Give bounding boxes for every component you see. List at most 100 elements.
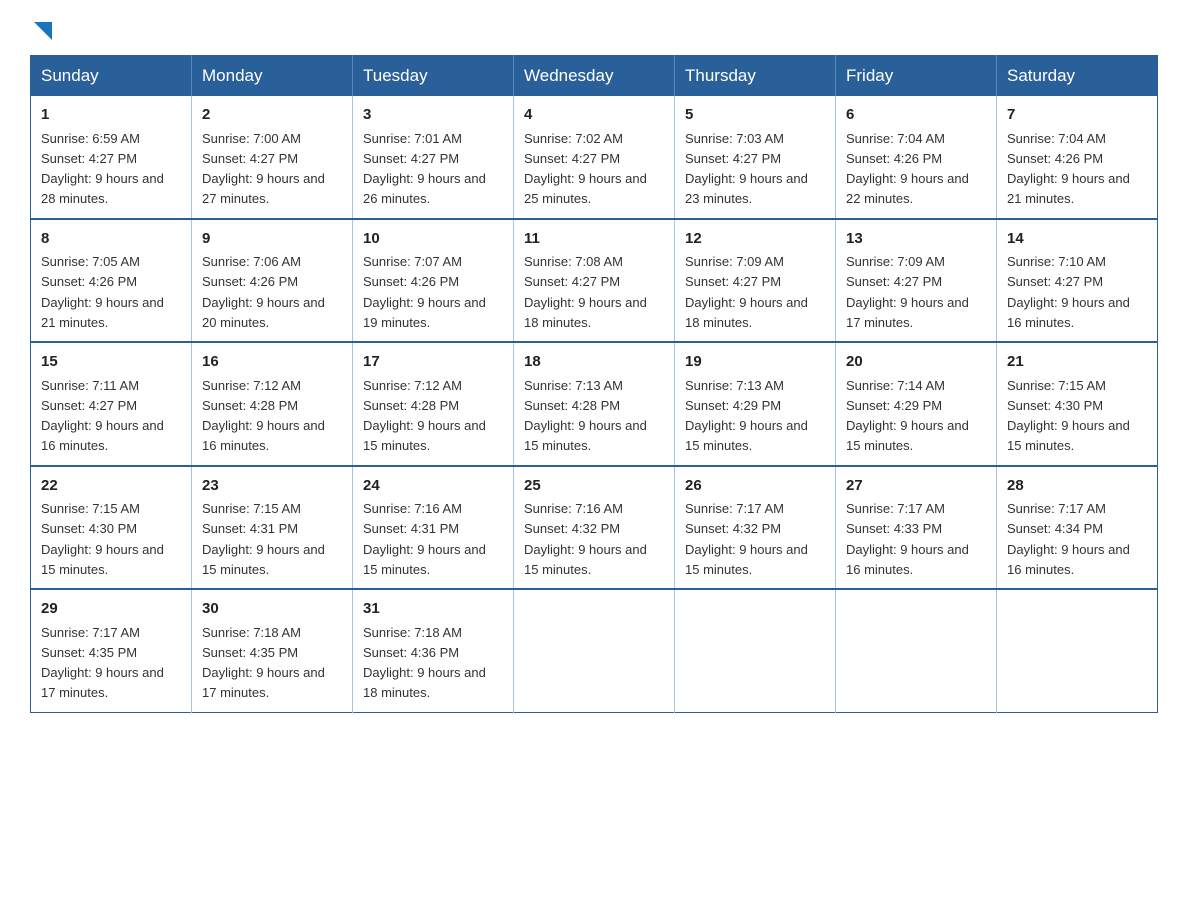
day-info: Sunrise: 7:08 AMSunset: 4:27 PMDaylight:… <box>524 254 647 330</box>
day-number: 2 <box>202 104 342 127</box>
calendar-cell: 18 Sunrise: 7:13 AMSunset: 4:28 PMDaylig… <box>514 342 675 466</box>
day-number: 1 <box>41 104 181 127</box>
day-number: 5 <box>685 104 825 127</box>
calendar-cell: 7 Sunrise: 7:04 AMSunset: 4:26 PMDayligh… <box>997 96 1158 219</box>
calendar-cell: 27 Sunrise: 7:17 AMSunset: 4:33 PMDaylig… <box>836 466 997 590</box>
calendar-cell <box>514 589 675 712</box>
column-header-tuesday: Tuesday <box>353 56 514 97</box>
column-header-friday: Friday <box>836 56 997 97</box>
day-number: 19 <box>685 351 825 374</box>
day-info: Sunrise: 7:13 AMSunset: 4:28 PMDaylight:… <box>524 378 647 454</box>
calendar-table: SundayMondayTuesdayWednesdayThursdayFrid… <box>30 55 1158 713</box>
calendar-cell: 26 Sunrise: 7:17 AMSunset: 4:32 PMDaylig… <box>675 466 836 590</box>
day-info: Sunrise: 7:09 AMSunset: 4:27 PMDaylight:… <box>846 254 969 330</box>
day-info: Sunrise: 7:15 AMSunset: 4:30 PMDaylight:… <box>41 501 164 577</box>
calendar-cell: 10 Sunrise: 7:07 AMSunset: 4:26 PMDaylig… <box>353 219 514 343</box>
day-number: 17 <box>363 351 503 374</box>
day-info: Sunrise: 7:01 AMSunset: 4:27 PMDaylight:… <box>363 131 486 207</box>
day-info: Sunrise: 7:10 AMSunset: 4:27 PMDaylight:… <box>1007 254 1130 330</box>
day-number: 7 <box>1007 104 1147 127</box>
page-header <box>30 20 1158 45</box>
calendar-header-row: SundayMondayTuesdayWednesdayThursdayFrid… <box>31 56 1158 97</box>
calendar-cell <box>836 589 997 712</box>
calendar-cell: 9 Sunrise: 7:06 AMSunset: 4:26 PMDayligh… <box>192 219 353 343</box>
calendar-cell: 16 Sunrise: 7:12 AMSunset: 4:28 PMDaylig… <box>192 342 353 466</box>
calendar-week-row: 15 Sunrise: 7:11 AMSunset: 4:27 PMDaylig… <box>31 342 1158 466</box>
calendar-cell <box>997 589 1158 712</box>
day-info: Sunrise: 7:12 AMSunset: 4:28 PMDaylight:… <box>202 378 325 454</box>
calendar-cell: 14 Sunrise: 7:10 AMSunset: 4:27 PMDaylig… <box>997 219 1158 343</box>
day-number: 15 <box>41 351 181 374</box>
day-number: 18 <box>524 351 664 374</box>
day-number: 11 <box>524 228 664 251</box>
day-number: 28 <box>1007 475 1147 498</box>
column-header-saturday: Saturday <box>997 56 1158 97</box>
column-header-thursday: Thursday <box>675 56 836 97</box>
day-info: Sunrise: 7:00 AMSunset: 4:27 PMDaylight:… <box>202 131 325 207</box>
day-info: Sunrise: 7:12 AMSunset: 4:28 PMDaylight:… <box>363 378 486 454</box>
day-number: 27 <box>846 475 986 498</box>
calendar-cell: 15 Sunrise: 7:11 AMSunset: 4:27 PMDaylig… <box>31 342 192 466</box>
calendar-cell: 6 Sunrise: 7:04 AMSunset: 4:26 PMDayligh… <box>836 96 997 219</box>
calendar-cell: 4 Sunrise: 7:02 AMSunset: 4:27 PMDayligh… <box>514 96 675 219</box>
day-info: Sunrise: 7:18 AMSunset: 4:36 PMDaylight:… <box>363 625 486 701</box>
day-number: 9 <box>202 228 342 251</box>
day-number: 30 <box>202 598 342 621</box>
day-info: Sunrise: 7:16 AMSunset: 4:31 PMDaylight:… <box>363 501 486 577</box>
calendar-cell: 30 Sunrise: 7:18 AMSunset: 4:35 PMDaylig… <box>192 589 353 712</box>
day-number: 6 <box>846 104 986 127</box>
calendar-week-row: 29 Sunrise: 7:17 AMSunset: 4:35 PMDaylig… <box>31 589 1158 712</box>
column-header-wednesday: Wednesday <box>514 56 675 97</box>
day-info: Sunrise: 7:04 AMSunset: 4:26 PMDaylight:… <box>846 131 969 207</box>
calendar-cell: 11 Sunrise: 7:08 AMSunset: 4:27 PMDaylig… <box>514 219 675 343</box>
day-info: Sunrise: 7:03 AMSunset: 4:27 PMDaylight:… <box>685 131 808 207</box>
day-number: 8 <box>41 228 181 251</box>
calendar-cell: 21 Sunrise: 7:15 AMSunset: 4:30 PMDaylig… <box>997 342 1158 466</box>
calendar-week-row: 22 Sunrise: 7:15 AMSunset: 4:30 PMDaylig… <box>31 466 1158 590</box>
day-number: 20 <box>846 351 986 374</box>
day-info: Sunrise: 7:18 AMSunset: 4:35 PMDaylight:… <box>202 625 325 701</box>
day-number: 21 <box>1007 351 1147 374</box>
day-info: Sunrise: 7:17 AMSunset: 4:34 PMDaylight:… <box>1007 501 1130 577</box>
day-number: 29 <box>41 598 181 621</box>
day-info: Sunrise: 7:17 AMSunset: 4:32 PMDaylight:… <box>685 501 808 577</box>
day-info: Sunrise: 7:04 AMSunset: 4:26 PMDaylight:… <box>1007 131 1130 207</box>
day-info: Sunrise: 7:13 AMSunset: 4:29 PMDaylight:… <box>685 378 808 454</box>
calendar-week-row: 1 Sunrise: 6:59 AMSunset: 4:27 PMDayligh… <box>31 96 1158 219</box>
day-number: 3 <box>363 104 503 127</box>
day-info: Sunrise: 6:59 AMSunset: 4:27 PMDaylight:… <box>41 131 164 207</box>
day-number: 31 <box>363 598 503 621</box>
calendar-cell: 22 Sunrise: 7:15 AMSunset: 4:30 PMDaylig… <box>31 466 192 590</box>
calendar-cell: 5 Sunrise: 7:03 AMSunset: 4:27 PMDayligh… <box>675 96 836 219</box>
day-number: 13 <box>846 228 986 251</box>
day-number: 14 <box>1007 228 1147 251</box>
calendar-cell: 8 Sunrise: 7:05 AMSunset: 4:26 PMDayligh… <box>31 219 192 343</box>
day-number: 12 <box>685 228 825 251</box>
column-header-sunday: Sunday <box>31 56 192 97</box>
day-number: 16 <box>202 351 342 374</box>
day-info: Sunrise: 7:07 AMSunset: 4:26 PMDaylight:… <box>363 254 486 330</box>
calendar-cell: 20 Sunrise: 7:14 AMSunset: 4:29 PMDaylig… <box>836 342 997 466</box>
calendar-cell: 1 Sunrise: 6:59 AMSunset: 4:27 PMDayligh… <box>31 96 192 219</box>
calendar-week-row: 8 Sunrise: 7:05 AMSunset: 4:26 PMDayligh… <box>31 219 1158 343</box>
day-number: 23 <box>202 475 342 498</box>
calendar-cell: 19 Sunrise: 7:13 AMSunset: 4:29 PMDaylig… <box>675 342 836 466</box>
day-info: Sunrise: 7:02 AMSunset: 4:27 PMDaylight:… <box>524 131 647 207</box>
day-info: Sunrise: 7:15 AMSunset: 4:30 PMDaylight:… <box>1007 378 1130 454</box>
day-number: 22 <box>41 475 181 498</box>
column-header-monday: Monday <box>192 56 353 97</box>
day-number: 24 <box>363 475 503 498</box>
day-info: Sunrise: 7:17 AMSunset: 4:33 PMDaylight:… <box>846 501 969 577</box>
calendar-cell <box>675 589 836 712</box>
calendar-cell: 13 Sunrise: 7:09 AMSunset: 4:27 PMDaylig… <box>836 219 997 343</box>
day-info: Sunrise: 7:05 AMSunset: 4:26 PMDaylight:… <box>41 254 164 330</box>
day-number: 25 <box>524 475 664 498</box>
day-info: Sunrise: 7:17 AMSunset: 4:35 PMDaylight:… <box>41 625 164 701</box>
day-info: Sunrise: 7:16 AMSunset: 4:32 PMDaylight:… <box>524 501 647 577</box>
calendar-cell: 12 Sunrise: 7:09 AMSunset: 4:27 PMDaylig… <box>675 219 836 343</box>
day-number: 4 <box>524 104 664 127</box>
calendar-cell: 23 Sunrise: 7:15 AMSunset: 4:31 PMDaylig… <box>192 466 353 590</box>
calendar-cell: 3 Sunrise: 7:01 AMSunset: 4:27 PMDayligh… <box>353 96 514 219</box>
calendar-cell: 25 Sunrise: 7:16 AMSunset: 4:32 PMDaylig… <box>514 466 675 590</box>
day-info: Sunrise: 7:11 AMSunset: 4:27 PMDaylight:… <box>41 378 164 454</box>
